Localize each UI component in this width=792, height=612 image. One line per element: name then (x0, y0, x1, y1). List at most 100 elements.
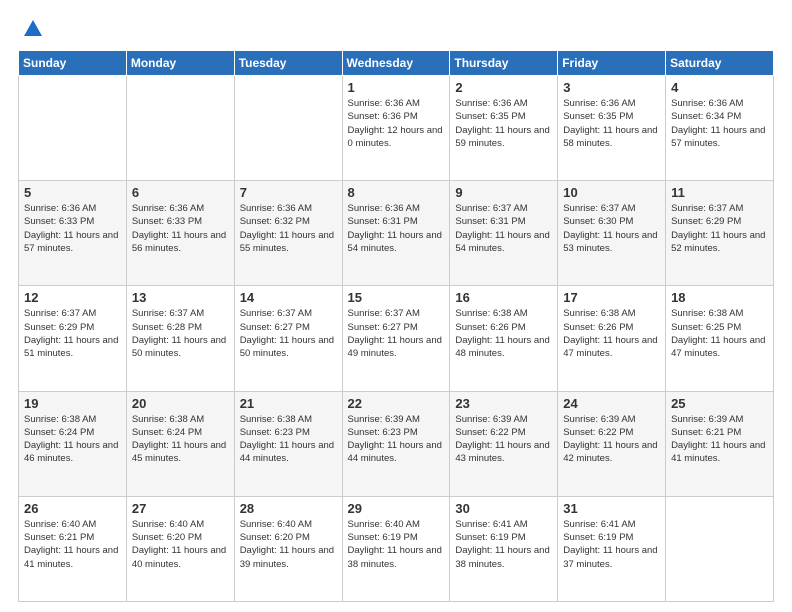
day-info: Sunrise: 6:36 AM Sunset: 6:36 PM Dayligh… (348, 97, 445, 150)
day-info: Sunrise: 6:38 AM Sunset: 6:25 PM Dayligh… (671, 307, 768, 360)
day-info: Sunrise: 6:36 AM Sunset: 6:35 PM Dayligh… (455, 97, 552, 150)
day-number: 11 (671, 185, 768, 200)
day-info: Sunrise: 6:36 AM Sunset: 6:31 PM Dayligh… (348, 202, 445, 255)
day-number: 17 (563, 290, 660, 305)
day-number: 28 (240, 501, 337, 516)
calendar-cell (19, 76, 127, 181)
calendar-cell: 8 Sunrise: 6:36 AM Sunset: 6:31 PM Daylig… (342, 181, 450, 286)
calendar-cell: 7 Sunrise: 6:36 AM Sunset: 6:32 PM Daylig… (234, 181, 342, 286)
day-info: Sunrise: 6:40 AM Sunset: 6:20 PM Dayligh… (240, 518, 337, 571)
day-number: 15 (348, 290, 445, 305)
day-number: 19 (24, 396, 121, 411)
day-info: Sunrise: 6:39 AM Sunset: 6:23 PM Dayligh… (348, 413, 445, 466)
calendar-cell: 29 Sunrise: 6:40 AM Sunset: 6:19 PM Dayli… (342, 496, 450, 601)
calendar-cell: 19 Sunrise: 6:38 AM Sunset: 6:24 PM Dayli… (19, 391, 127, 496)
calendar-cell: 31Sunrise: 6:41 AM Sunset: 6:19 PM Dayli… (558, 496, 666, 601)
week-row-3: 19 Sunrise: 6:38 AM Sunset: 6:24 PM Dayli… (19, 391, 774, 496)
day-info: Sunrise: 6:36 AM Sunset: 6:33 PM Dayligh… (132, 202, 229, 255)
calendar-cell: 5 Sunrise: 6:36 AM Sunset: 6:33 PM Daylig… (19, 181, 127, 286)
week-row-2: 12 Sunrise: 6:37 AM Sunset: 6:29 PM Dayli… (19, 286, 774, 391)
day-info: Sunrise: 6:41 AM Sunset: 6:19 PM Dayligh… (455, 518, 552, 571)
calendar-cell: 10Sunrise: 6:37 AM Sunset: 6:30 PM Dayli… (558, 181, 666, 286)
day-number: 8 (348, 185, 445, 200)
day-info: Sunrise: 6:38 AM Sunset: 6:26 PM Dayligh… (455, 307, 552, 360)
calendar-cell: 25 Sunrise: 6:39 AM Sunset: 6:21 PM Dayli… (666, 391, 774, 496)
day-info: Sunrise: 6:38 AM Sunset: 6:24 PM Dayligh… (132, 413, 229, 466)
day-info: Sunrise: 6:37 AM Sunset: 6:31 PM Dayligh… (455, 202, 552, 255)
day-number: 21 (240, 396, 337, 411)
day-info: Sunrise: 6:37 AM Sunset: 6:27 PM Dayligh… (240, 307, 337, 360)
calendar-cell: 3 Sunrise: 6:36 AM Sunset: 6:35 PM Daylig… (558, 76, 666, 181)
day-number: 6 (132, 185, 229, 200)
calendar-cell: 17 Sunrise: 6:38 AM Sunset: 6:26 PM Dayli… (558, 286, 666, 391)
calendar: SundayMondayTuesdayWednesdayThursdayFrid… (18, 50, 774, 602)
calendar-cell: 28 Sunrise: 6:40 AM Sunset: 6:20 PM Dayli… (234, 496, 342, 601)
weekday-header-thursday: Thursday (450, 51, 558, 76)
day-info: Sunrise: 6:39 AM Sunset: 6:22 PM Dayligh… (455, 413, 552, 466)
day-info: Sunrise: 6:37 AM Sunset: 6:30 PM Dayligh… (563, 202, 660, 255)
calendar-cell (234, 76, 342, 181)
calendar-cell: 23 Sunrise: 6:39 AM Sunset: 6:22 PM Dayli… (450, 391, 558, 496)
calendar-cell: 22 Sunrise: 6:39 AM Sunset: 6:23 PM Dayli… (342, 391, 450, 496)
week-row-1: 5 Sunrise: 6:36 AM Sunset: 6:33 PM Daylig… (19, 181, 774, 286)
day-number: 22 (348, 396, 445, 411)
day-info: Sunrise: 6:40 AM Sunset: 6:21 PM Dayligh… (24, 518, 121, 571)
day-info: Sunrise: 6:37 AM Sunset: 6:28 PM Dayligh… (132, 307, 229, 360)
calendar-cell: 30 Sunrise: 6:41 AM Sunset: 6:19 PM Dayli… (450, 496, 558, 601)
calendar-cell: 11 Sunrise: 6:37 AM Sunset: 6:29 PM Dayli… (666, 181, 774, 286)
day-number: 27 (132, 501, 229, 516)
day-number: 29 (348, 501, 445, 516)
calendar-cell: 4Sunrise: 6:36 AM Sunset: 6:34 PM Daylig… (666, 76, 774, 181)
logo (18, 18, 44, 40)
calendar-cell: 12 Sunrise: 6:37 AM Sunset: 6:29 PM Dayli… (19, 286, 127, 391)
day-number: 26 (24, 501, 121, 516)
calendar-cell: 6 Sunrise: 6:36 AM Sunset: 6:33 PM Daylig… (126, 181, 234, 286)
weekday-header-friday: Friday (558, 51, 666, 76)
day-info: Sunrise: 6:36 AM Sunset: 6:33 PM Dayligh… (24, 202, 121, 255)
day-number: 7 (240, 185, 337, 200)
day-number: 20 (132, 396, 229, 411)
day-info: Sunrise: 6:37 AM Sunset: 6:29 PM Dayligh… (671, 202, 768, 255)
weekday-header-saturday: Saturday (666, 51, 774, 76)
day-number: 30 (455, 501, 552, 516)
week-row-0: 1Sunrise: 6:36 AM Sunset: 6:36 PM Daylig… (19, 76, 774, 181)
calendar-cell: 2 Sunrise: 6:36 AM Sunset: 6:35 PM Daylig… (450, 76, 558, 181)
day-number: 14 (240, 290, 337, 305)
day-info: Sunrise: 6:38 AM Sunset: 6:24 PM Dayligh… (24, 413, 121, 466)
day-info: Sunrise: 6:40 AM Sunset: 6:19 PM Dayligh… (348, 518, 445, 571)
day-number: 12 (24, 290, 121, 305)
weekday-header-wednesday: Wednesday (342, 51, 450, 76)
day-number: 25 (671, 396, 768, 411)
day-info: Sunrise: 6:36 AM Sunset: 6:35 PM Dayligh… (563, 97, 660, 150)
day-number: 31 (563, 501, 660, 516)
weekday-header-sunday: Sunday (19, 51, 127, 76)
day-info: Sunrise: 6:36 AM Sunset: 6:34 PM Dayligh… (671, 97, 768, 150)
calendar-cell (126, 76, 234, 181)
day-info: Sunrise: 6:39 AM Sunset: 6:21 PM Dayligh… (671, 413, 768, 466)
day-number: 16 (455, 290, 552, 305)
calendar-cell: 18 Sunrise: 6:38 AM Sunset: 6:25 PM Dayli… (666, 286, 774, 391)
day-number: 18 (671, 290, 768, 305)
day-info: Sunrise: 6:39 AM Sunset: 6:22 PM Dayligh… (563, 413, 660, 466)
day-number: 23 (455, 396, 552, 411)
calendar-cell (666, 496, 774, 601)
day-number: 3 (563, 80, 660, 95)
calendar-cell: 14 Sunrise: 6:37 AM Sunset: 6:27 PM Dayli… (234, 286, 342, 391)
day-number: 5 (24, 185, 121, 200)
day-number: 2 (455, 80, 552, 95)
day-info: Sunrise: 6:36 AM Sunset: 6:32 PM Dayligh… (240, 202, 337, 255)
day-number: 13 (132, 290, 229, 305)
week-row-4: 26 Sunrise: 6:40 AM Sunset: 6:21 PM Dayli… (19, 496, 774, 601)
weekday-header-row: SundayMondayTuesdayWednesdayThursdayFrid… (19, 51, 774, 76)
weekday-header-monday: Monday (126, 51, 234, 76)
day-info: Sunrise: 6:37 AM Sunset: 6:29 PM Dayligh… (24, 307, 121, 360)
day-number: 24 (563, 396, 660, 411)
page: SundayMondayTuesdayWednesdayThursdayFrid… (0, 0, 792, 612)
weekday-header-tuesday: Tuesday (234, 51, 342, 76)
day-info: Sunrise: 6:38 AM Sunset: 6:26 PM Dayligh… (563, 307, 660, 360)
calendar-cell: 13 Sunrise: 6:37 AM Sunset: 6:28 PM Dayli… (126, 286, 234, 391)
day-info: Sunrise: 6:40 AM Sunset: 6:20 PM Dayligh… (132, 518, 229, 571)
calendar-cell: 27 Sunrise: 6:40 AM Sunset: 6:20 PM Dayli… (126, 496, 234, 601)
header (18, 18, 774, 40)
calendar-cell: 1Sunrise: 6:36 AM Sunset: 6:36 PM Daylig… (342, 76, 450, 181)
